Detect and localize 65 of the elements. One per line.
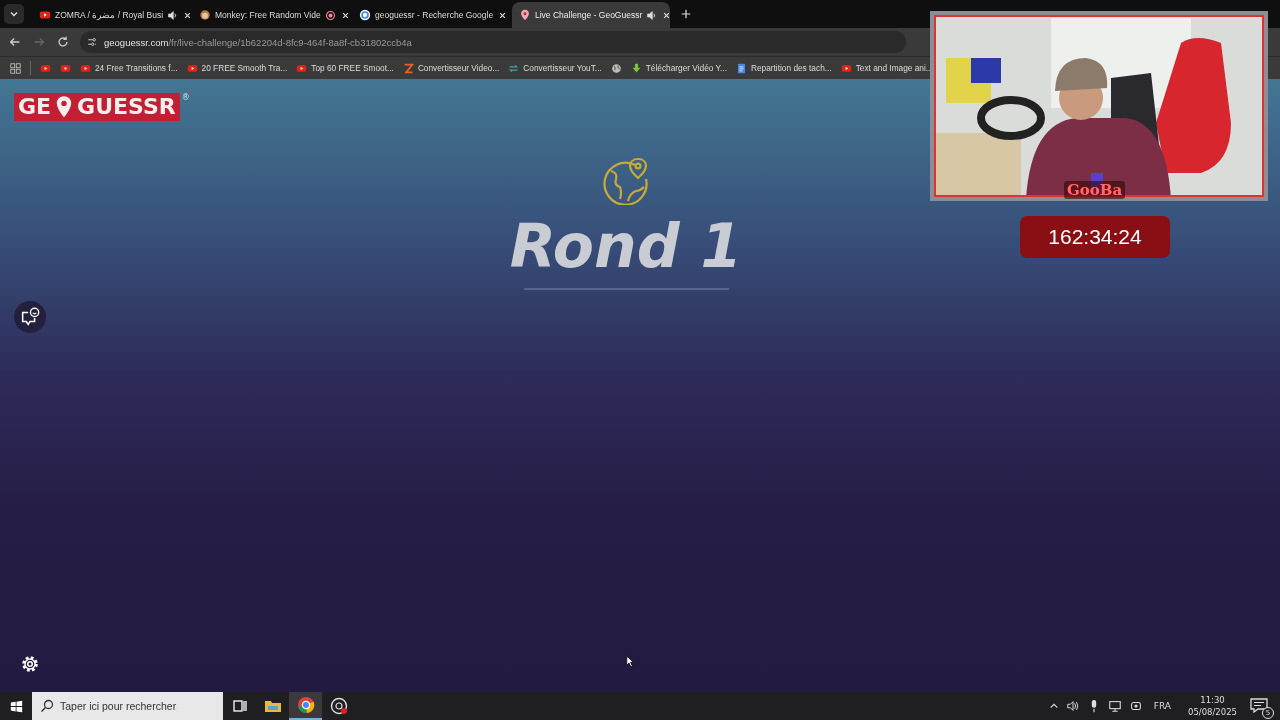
taskbar-search-field[interactable]: Taper ici pour rechercher bbox=[32, 692, 223, 720]
browser-tab[interactable]: Live Challenge - GeoGuessr bbox=[512, 2, 670, 28]
new-tab-icon[interactable] bbox=[680, 8, 692, 20]
network-icon[interactable] bbox=[1107, 699, 1122, 713]
chrome-icon bbox=[296, 696, 315, 714]
tab-title: Live Challenge - GeoGuessr bbox=[535, 10, 643, 20]
streamer-name: GooBa bbox=[1064, 181, 1126, 199]
input-language[interactable]: FRA bbox=[1153, 701, 1171, 711]
chevron-down-icon bbox=[9, 9, 19, 19]
chevron-up-icon[interactable] bbox=[1048, 701, 1059, 711]
download-icon bbox=[630, 62, 642, 74]
reload-icon[interactable] bbox=[56, 35, 70, 49]
youtube-icon bbox=[40, 62, 51, 74]
browser-tab[interactable]: Monkey: Free Random Vide bbox=[192, 2, 350, 28]
google-icon bbox=[359, 9, 371, 21]
address-bar[interactable]: geoguessr.com/fr/live-challenge/1b62204d-8fc9-464f-8a8f-cb31802ccb4a bbox=[80, 31, 906, 53]
bookmark[interactable] bbox=[60, 62, 71, 74]
mouse-cursor-icon bbox=[626, 655, 635, 668]
bookmark[interactable]: Télécharger Vidéo Y... bbox=[630, 62, 727, 74]
stream-timer: 162:34:24 bbox=[1020, 216, 1170, 258]
taskbar-app[interactable] bbox=[289, 692, 322, 720]
windows-start-icon[interactable] bbox=[10, 699, 23, 713]
browser-tab[interactable]: ZOMRA / مضرة / Royal Busi bbox=[32, 2, 190, 28]
chat-button[interactable] bbox=[14, 301, 46, 333]
bookmark[interactable]: 20 FREE Smooth Tra... bbox=[186, 62, 288, 74]
taskbar-clock[interactable]: 11:30 05/08/2025 bbox=[1188, 694, 1237, 718]
youtube-icon bbox=[186, 62, 198, 74]
youtube-icon bbox=[39, 9, 51, 21]
browser-tab[interactable]: geoguessr - Recherche Google bbox=[352, 2, 510, 28]
folder-icon bbox=[263, 698, 282, 714]
settings-icon bbox=[19, 653, 41, 675]
youtube-icon bbox=[840, 62, 852, 74]
monkey-icon bbox=[199, 9, 211, 21]
bookmark[interactable]: Text and Image ani... bbox=[840, 62, 933, 74]
speaker-icon[interactable] bbox=[1065, 699, 1080, 713]
tab-title: Monkey: Free Random Vide bbox=[215, 10, 321, 20]
notifications-icon[interactable] bbox=[1250, 698, 1268, 714]
bookmark[interactable]: Top 60 FREE Smoot... bbox=[296, 62, 394, 74]
globe-icon bbox=[610, 62, 622, 74]
bookmark[interactable]: Convertisseur Video... bbox=[402, 62, 500, 74]
bookmark[interactable]: Convertisseur YouT... bbox=[508, 62, 602, 74]
back-icon[interactable] bbox=[8, 35, 22, 49]
z-icon bbox=[402, 62, 414, 74]
pin-icon bbox=[519, 9, 531, 21]
chat-icon bbox=[19, 306, 41, 328]
apps-grid-icon[interactable] bbox=[10, 62, 21, 74]
youtube-icon bbox=[60, 62, 71, 74]
bookmark[interactable]: Repartition des tach... bbox=[735, 62, 832, 74]
bookmark[interactable] bbox=[40, 62, 51, 74]
url-text: geoguessr.com/fr/live-challenge/1b62204d-8fc9-464f-8a8f-cb31802ccb4a bbox=[104, 36, 412, 48]
bookmark[interactable]: 24 Free Transitions f... bbox=[80, 62, 178, 74]
round-title: Rond 1 bbox=[509, 215, 743, 278]
bookmark[interactable] bbox=[610, 62, 622, 74]
youtube-icon bbox=[80, 62, 91, 74]
recorder-icon bbox=[329, 697, 348, 715]
document-icon bbox=[735, 62, 747, 74]
site-settings-icon[interactable] bbox=[86, 36, 98, 48]
tab-title: geoguessr - Recherche Google bbox=[375, 10, 494, 20]
convert-arrows-icon bbox=[508, 62, 520, 74]
task-view-icon bbox=[231, 698, 248, 714]
youtube-icon bbox=[296, 62, 308, 74]
globe-pin-icon bbox=[602, 157, 650, 205]
tab-list-button[interactable] bbox=[4, 4, 24, 24]
tab-title: ZOMRA / مضرة / Royal Busi bbox=[55, 10, 164, 20]
camera-icon[interactable] bbox=[1128, 699, 1143, 713]
